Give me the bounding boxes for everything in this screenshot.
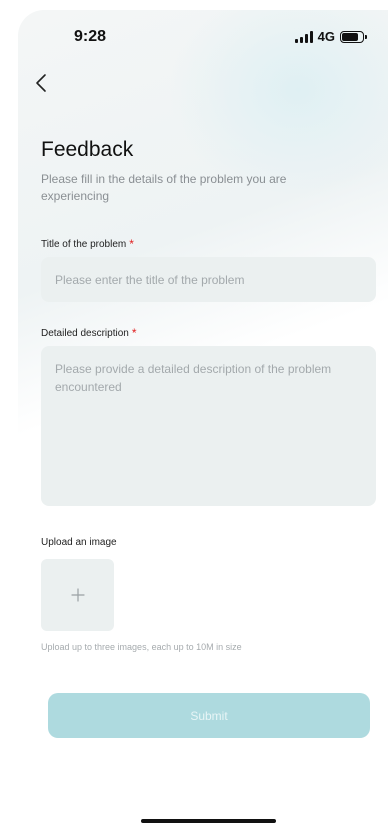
page-subtitle: Please fill in the details of the proble… xyxy=(41,172,287,203)
title-field-label-text: Title of the problem xyxy=(41,239,127,250)
description-field-label: Detailed description * xyxy=(41,326,137,340)
network-type: 4G xyxy=(317,29,335,44)
phone-screen: 9:28 4G Feedback Please fill in the deta… xyxy=(18,10,388,825)
signal-icon xyxy=(294,30,313,43)
submit-button[interactable]: Submit xyxy=(48,693,370,738)
status-icons: 4G xyxy=(294,29,367,44)
home-indicator xyxy=(141,819,276,823)
required-mark: * xyxy=(131,326,137,340)
plus-icon xyxy=(70,588,85,602)
required-mark: * xyxy=(129,237,134,251)
chevron-left-icon xyxy=(36,74,46,92)
upload-hint: Upload up to three images, each up to 10… xyxy=(41,642,242,652)
title-field-label: Title of the problem * xyxy=(41,237,134,251)
back-button[interactable] xyxy=(32,72,52,94)
upload-label: Upload an image xyxy=(41,537,117,548)
problem-title-input[interactable] xyxy=(41,257,376,302)
description-field-label-text: Detailed description xyxy=(41,328,129,339)
description-textarea[interactable] xyxy=(41,346,376,506)
status-time: 9:28 xyxy=(74,28,107,45)
status-bar: 9:28 4G xyxy=(18,10,388,60)
page-title: Feedback xyxy=(41,138,134,161)
add-image-button[interactable] xyxy=(41,559,114,631)
battery-icon xyxy=(340,30,367,43)
